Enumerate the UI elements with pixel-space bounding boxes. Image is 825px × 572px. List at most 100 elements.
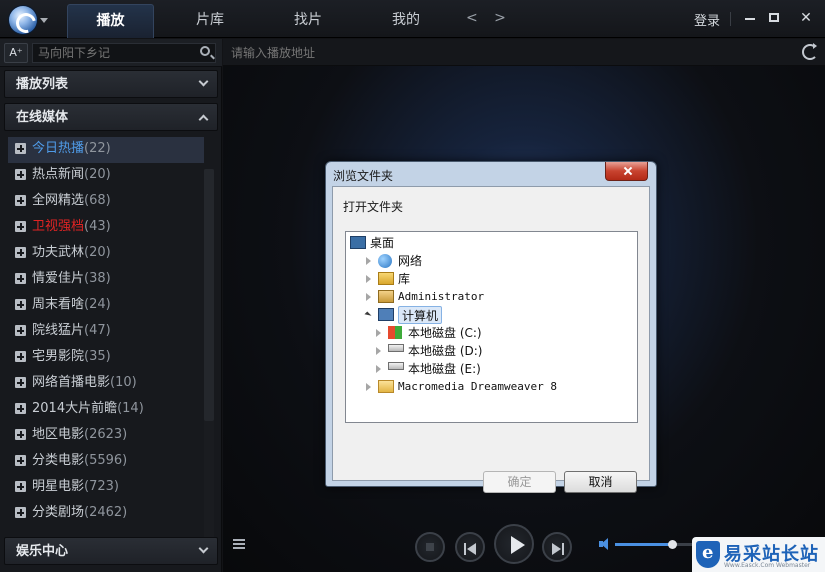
search-input[interactable] (32, 43, 216, 63)
tree-node[interactable]: 本地磁盘 (E:) (408, 360, 481, 378)
expand-plus-icon[interactable] (15, 377, 26, 388)
tree-expand-icon[interactable] (366, 383, 371, 391)
list-item[interactable]: 周末看啥(24) (8, 293, 204, 319)
maximize-button[interactable] (762, 6, 786, 30)
tree-expand-icon[interactable] (376, 365, 381, 373)
expand-plus-icon[interactable] (15, 403, 26, 414)
expand-plus-icon[interactable] (15, 169, 26, 180)
tree-node[interactable]: Macromedia Dreamweaver 8 (398, 378, 557, 396)
tree-expand-icon[interactable] (366, 257, 371, 265)
expand-plus-icon[interactable] (15, 481, 26, 492)
list-item-count: (24) (84, 297, 111, 312)
list-item[interactable]: 院线猛片(47) (8, 319, 204, 345)
app-logo-icon[interactable] (9, 6, 37, 34)
volume-handle[interactable] (668, 540, 677, 549)
previous-button[interactable] (455, 532, 485, 562)
library-icon (378, 272, 394, 285)
list-scrollbar[interactable] (204, 169, 214, 551)
tree-expand-icon[interactable] (376, 347, 381, 355)
menu-caret-icon[interactable] (40, 18, 48, 23)
tree-node[interactable]: 本地磁盘 (D:) (408, 342, 482, 360)
list-item[interactable]: 明星电影(723) (8, 475, 204, 501)
stop-icon (426, 543, 434, 551)
ok-button[interactable]: 确定 (483, 471, 556, 493)
drive-icon (388, 362, 404, 370)
search-icon[interactable] (200, 46, 210, 56)
play-button[interactable] (494, 524, 534, 564)
list-item-label: 今日热播 (32, 141, 85, 156)
expand-plus-icon[interactable] (15, 351, 26, 362)
tree-node[interactable]: 桌面 (370, 234, 394, 252)
user-folder-icon (378, 290, 394, 303)
list-item-count: (5596) (84, 453, 128, 468)
playlist-icon[interactable] (233, 539, 245, 549)
tree-node[interactable]: 库 (398, 270, 410, 288)
list-item[interactable]: 网络首播电影(10) (8, 371, 204, 397)
close-button[interactable]: ✕ (794, 6, 818, 30)
dialog-close-button[interactable] (605, 162, 648, 181)
tree-node[interactable]: Administrator (398, 288, 484, 306)
divider (730, 12, 731, 26)
section-playlist[interactable]: 播放列表 (4, 70, 218, 98)
tree-expand-icon[interactable] (366, 275, 371, 283)
minimize-button[interactable] (738, 6, 762, 30)
list-item[interactable]: 热点新闻(20) (8, 163, 204, 189)
tree-collapse-icon[interactable] (364, 311, 372, 319)
tab-find[interactable]: 找片 (266, 4, 350, 38)
cancel-button[interactable]: 取消 (564, 471, 637, 493)
play-address-input[interactable] (231, 43, 791, 63)
tab-library[interactable]: 片库 (168, 4, 252, 38)
minimize-icon (745, 18, 755, 20)
expand-plus-icon[interactable] (15, 507, 26, 518)
list-item[interactable]: 今日热播(22) (8, 137, 204, 163)
expand-plus-icon[interactable] (15, 325, 26, 336)
sidebar: A⁺ 播放列表 在线媒体 今日热播(22) 热点新闻(20) 全网精选(68) … (0, 39, 222, 572)
stop-button[interactable] (415, 532, 445, 562)
list-item[interactable]: 地区电影(2623) (8, 423, 204, 449)
expand-plus-icon[interactable] (15, 455, 26, 466)
list-item[interactable]: 情爱佳片(38) (8, 267, 204, 293)
volume-level (615, 543, 672, 546)
list-item[interactable]: 分类电影(5596) (8, 449, 204, 475)
list-item-count: (2462) (84, 505, 128, 520)
list-item[interactable]: 2014大片前瞻(14) (8, 397, 204, 423)
nav-arrows[interactable]: < > (466, 10, 512, 26)
tree-node[interactable]: 计算机 (398, 306, 443, 324)
expand-plus-icon[interactable] (15, 273, 26, 284)
folder-tree[interactable]: 桌面 网络库 Administrator 计算机 本地磁盘 (C:) 本地磁盘 (D:) 本… (345, 231, 638, 423)
list-item[interactable]: 宅男影院(35) (8, 345, 204, 371)
chevron-down-icon (198, 543, 209, 554)
expand-plus-icon[interactable] (15, 143, 26, 154)
list-item-count: (38) (84, 271, 111, 286)
sidebar-search-row: A⁺ (0, 39, 222, 67)
refresh-icon[interactable] (802, 43, 818, 60)
section-entertainment[interactable]: 娱乐中心 (4, 537, 218, 565)
scrollbar-thumb[interactable] (204, 169, 214, 421)
next-button[interactable] (542, 532, 572, 562)
list-item[interactable]: 功夫武林(20) (8, 241, 204, 267)
list-item-count: (68) (84, 193, 111, 208)
expand-plus-icon[interactable] (15, 221, 26, 232)
font-size-button[interactable]: A⁺ (4, 43, 28, 63)
tree-node[interactable]: 网络 (398, 252, 422, 270)
expand-plus-icon[interactable] (15, 429, 26, 440)
list-item-count: (47) (84, 323, 111, 338)
tab-mine[interactable]: 我的 (364, 4, 448, 38)
list-item[interactable]: 全网精选(68) (8, 189, 204, 215)
folder-icon (378, 380, 394, 393)
login-link[interactable]: 登录 (694, 10, 720, 29)
network-icon (378, 254, 392, 268)
section-playlist-label: 播放列表 (16, 77, 69, 92)
expand-plus-icon[interactable] (15, 299, 26, 310)
tab-play[interactable]: 播放 (67, 4, 154, 38)
tree-expand-icon[interactable] (366, 293, 371, 301)
list-item[interactable]: 卫视强档(43) (8, 215, 204, 241)
expand-plus-icon[interactable] (15, 195, 26, 206)
tree-node[interactable]: 本地磁盘 (C:) (408, 324, 482, 342)
expand-plus-icon[interactable] (15, 247, 26, 258)
section-online-media[interactable]: 在线媒体 (4, 103, 218, 131)
tree-expand-icon[interactable] (376, 329, 381, 337)
list-item[interactable]: 分类剧场(2462) (8, 501, 204, 527)
list-item-count: (20) (84, 245, 111, 260)
volume-icon[interactable] (599, 538, 609, 550)
